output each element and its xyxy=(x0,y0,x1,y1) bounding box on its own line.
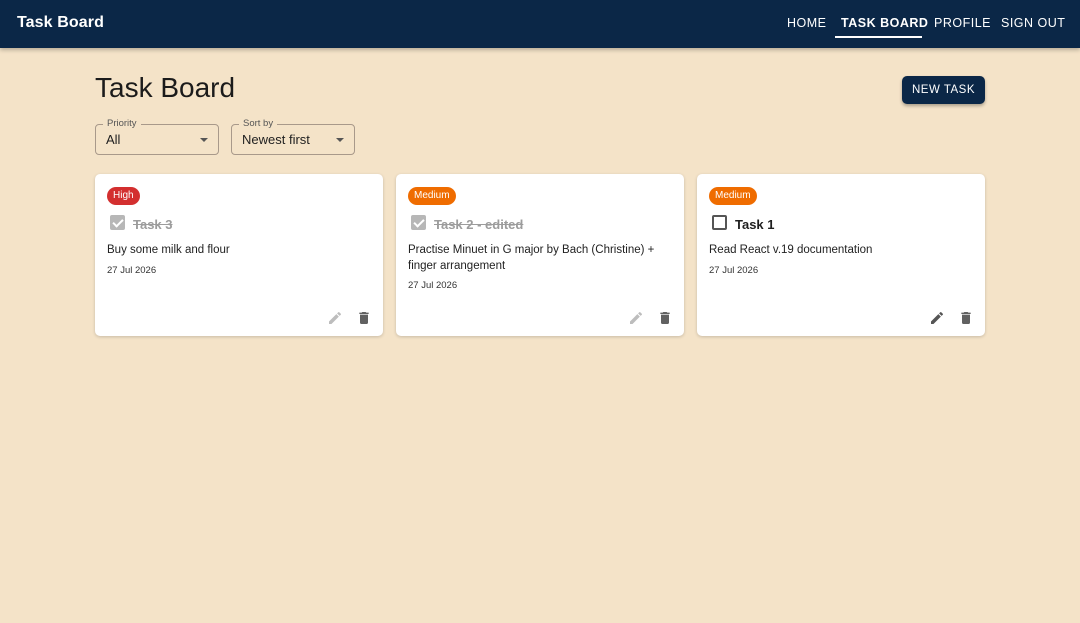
trash-icon[interactable] xyxy=(958,310,974,326)
priority-select-label: Priority xyxy=(103,118,141,129)
task-description: Buy some milk and flour xyxy=(107,244,230,256)
sort-select[interactable]: Sort by Newest first xyxy=(231,118,355,155)
pencil-icon[interactable] xyxy=(327,310,343,326)
priority-badge: High xyxy=(107,187,140,205)
trash-icon[interactable] xyxy=(356,310,372,326)
completed-checkbox[interactable] xyxy=(110,215,125,230)
task-date: 27 Jul 2026 xyxy=(107,265,157,276)
pencil-icon[interactable] xyxy=(628,310,644,326)
priority-badge: Medium xyxy=(709,187,757,205)
nav-task-board[interactable]: TASK BOARD xyxy=(841,16,928,30)
task-description: Practise Minuet in G major by Bach (Chri… xyxy=(408,244,655,272)
task-description: Read React v.19 documentation xyxy=(709,244,873,256)
completed-checkbox[interactable] xyxy=(411,215,426,230)
new-task-button[interactable]: NEW TASK xyxy=(902,76,985,104)
priority-badge: Medium xyxy=(408,187,456,205)
sort-select-label: Sort by xyxy=(239,118,278,129)
nav-home[interactable]: HOME xyxy=(787,16,827,30)
app-bar: Task Board HOME TASK BOARD PROFILE SIGN … xyxy=(0,0,1080,48)
task-date: 27 Jul 2026 xyxy=(408,280,458,291)
caret-down-icon xyxy=(336,138,344,142)
task-card: Medium Task 1 Read React v.19 documentat… xyxy=(697,174,985,336)
page-title: Task Board xyxy=(95,72,236,103)
app-title[interactable]: Task Board xyxy=(17,14,104,32)
pencil-icon[interactable] xyxy=(929,310,945,326)
task-title: Task 3 xyxy=(133,217,173,232)
incomplete-checkbox[interactable] xyxy=(712,215,727,230)
priority-select-value: All xyxy=(106,132,121,147)
task-card: High Task 3 Buy some milk and flour 27 J… xyxy=(95,174,383,336)
trash-icon[interactable] xyxy=(657,310,673,326)
nav-profile[interactable]: PROFILE xyxy=(934,16,991,30)
priority-select[interactable]: Priority All xyxy=(95,118,219,155)
sort-select-value: Newest first xyxy=(242,132,310,147)
nav-sign-out[interactable]: SIGN OUT xyxy=(1001,16,1065,30)
task-title: Task 2 - edited xyxy=(434,217,524,232)
task-date: 27 Jul 2026 xyxy=(709,265,759,276)
active-tab-indicator xyxy=(835,36,922,38)
caret-down-icon xyxy=(200,138,208,142)
task-title: Task 1 xyxy=(735,217,775,232)
task-card: Medium Task 2 - edited Practise Minuet i… xyxy=(396,174,684,336)
